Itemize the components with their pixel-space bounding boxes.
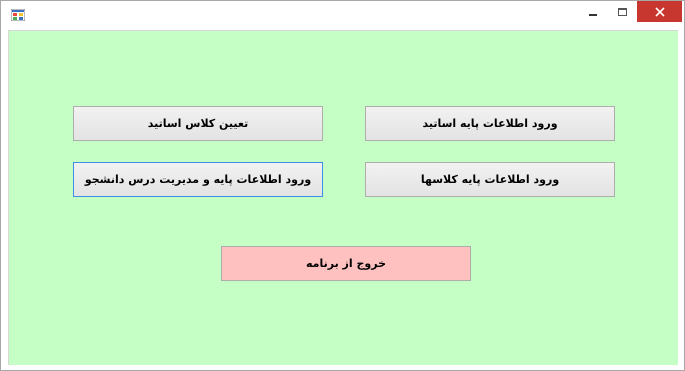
form-client-area [8, 30, 678, 365]
application-icon [11, 9, 25, 21]
minimize-button[interactable] [580, 1, 606, 22]
assign-professor-class-button[interactable]: تعیین کلاس اساتید [73, 106, 323, 141]
title-bar[interactable] [1, 1, 684, 30]
exit-button[interactable]: خروج از برنامه [221, 246, 471, 281]
app-window: ورود اطلاعات پایه اساتید تعیین کلاس اسات… [0, 0, 685, 371]
professor-base-info-button[interactable]: ورود اطلاعات پایه اساتید [365, 106, 615, 141]
close-icon [654, 6, 665, 17]
class-base-info-button[interactable]: ورود اطلاعات پایه کلاسها [365, 162, 615, 197]
minimize-icon [589, 13, 597, 16]
student-course-management-button[interactable]: ورود اطلاعات پایه و مدیریت درس دانشجو [73, 162, 323, 197]
maximize-icon [617, 7, 627, 16]
maximize-button[interactable] [609, 1, 635, 22]
close-button[interactable] [637, 1, 682, 22]
